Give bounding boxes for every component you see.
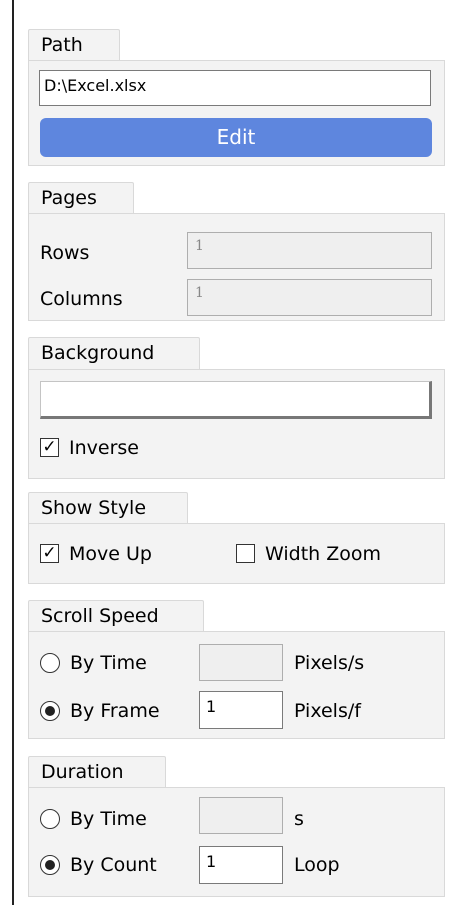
- columns-input[interactable]: 1: [187, 279, 432, 316]
- path-input[interactable]: D:\Excel.xlsx: [39, 70, 431, 106]
- duration-by-time-input[interactable]: [199, 797, 283, 834]
- duration-by-count-radio[interactable]: [40, 855, 60, 875]
- columns-label: Columns: [40, 288, 123, 310]
- tab-background[interactable]: Background: [28, 337, 200, 369]
- scroll-by-frame-input[interactable]: 1: [199, 691, 283, 729]
- scroll-by-time-input[interactable]: [199, 644, 283, 681]
- tab-scroll-speed-label: Scroll Speed: [41, 605, 159, 627]
- inverse-label: Inverse: [69, 437, 139, 459]
- scroll-by-time-unit: Pixels/s: [294, 652, 365, 674]
- inverse-checkbox[interactable]: ✓: [40, 438, 59, 457]
- duration-by-time-label: By Time: [70, 808, 147, 830]
- move-up-label: Move Up: [69, 543, 152, 565]
- tab-pages-label: Pages: [41, 187, 97, 209]
- tab-path-label: Path: [41, 34, 83, 56]
- duration-by-time-radio[interactable]: [40, 809, 60, 829]
- scroll-by-time-radio[interactable]: [40, 653, 60, 673]
- tab-background-label: Background: [41, 342, 155, 364]
- scroll-by-frame-radio[interactable]: [40, 701, 60, 721]
- tab-scroll-speed[interactable]: Scroll Speed: [28, 600, 204, 632]
- width-zoom-label: Width Zoom: [265, 543, 382, 565]
- rows-input[interactable]: 1: [187, 232, 432, 269]
- tab-show-style[interactable]: Show Style: [28, 492, 188, 524]
- radio-selected-dot: [45, 860, 55, 870]
- duration-by-count-label: By Count: [70, 854, 157, 876]
- tab-path[interactable]: Path: [28, 29, 120, 61]
- rows-label: Rows: [40, 242, 90, 264]
- edit-button[interactable]: Edit: [40, 118, 432, 157]
- radio-selected-dot: [45, 706, 55, 716]
- left-border-line: [12, 0, 14, 905]
- tab-show-style-label: Show Style: [41, 497, 147, 519]
- background-color-picker[interactable]: [40, 381, 432, 419]
- width-zoom-checkbox[interactable]: [236, 544, 255, 563]
- tab-pages[interactable]: Pages: [28, 182, 134, 214]
- scroll-by-frame-unit: Pixels/f: [294, 700, 361, 722]
- tab-duration-label: Duration: [41, 761, 124, 783]
- tab-duration[interactable]: Duration: [28, 756, 166, 788]
- duration-by-count-input[interactable]: 1: [199, 846, 283, 884]
- scroll-by-time-label: By Time: [70, 652, 147, 674]
- duration-by-time-unit: s: [294, 808, 304, 830]
- duration-by-count-unit: Loop: [294, 854, 340, 876]
- scroll-by-frame-label: By Frame: [70, 700, 160, 722]
- move-up-checkbox[interactable]: ✓: [40, 544, 59, 563]
